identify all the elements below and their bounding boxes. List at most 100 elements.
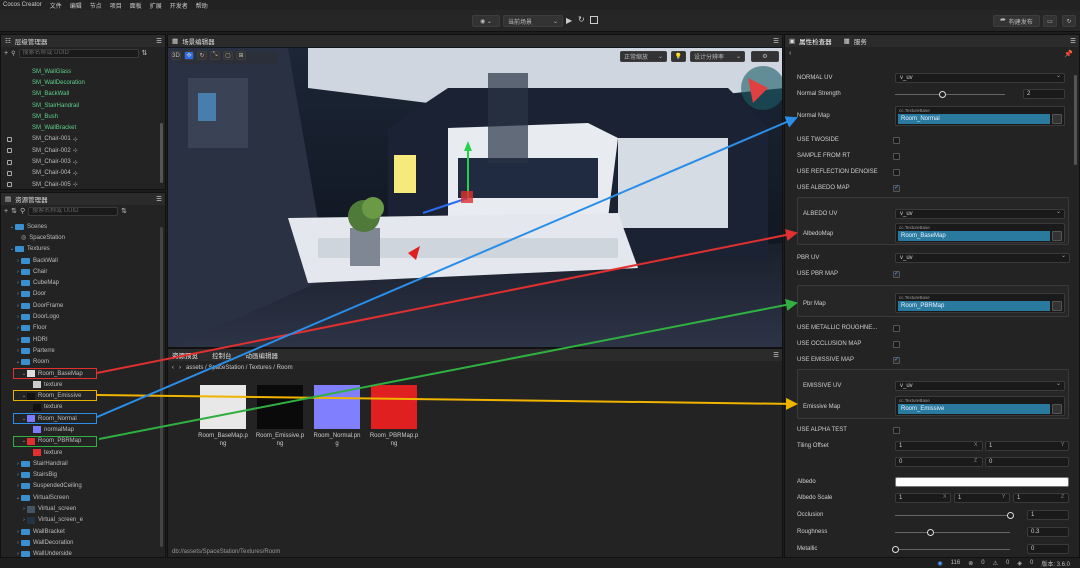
lock-icon[interactable]	[7, 170, 12, 176]
back-icon[interactable]: ‹	[172, 365, 174, 371]
hierarchy-item[interactable]: SM_Chair-001 ⊹	[1, 134, 165, 145]
sort-icon[interactable]: ⇅	[11, 207, 17, 215]
menu-help[interactable]: 帮助	[196, 1, 208, 10]
asset-tree-item[interactable]: texture	[1, 402, 165, 413]
add-icon[interactable]: +	[4, 50, 8, 57]
emissive-uv-select[interactable]: v_uv	[895, 381, 1065, 391]
asset-picker-icon[interactable]	[1052, 301, 1062, 311]
lock-icon[interactable]	[7, 136, 12, 142]
hierarchy-item[interactable]: SM_BackWall	[1, 89, 165, 100]
collapse-icon[interactable]: ⇅	[121, 207, 127, 215]
asset-tree-item[interactable]: ⌄ Room_Emissive	[1, 390, 165, 402]
roughness-slider[interactable]	[895, 529, 1010, 536]
file-thumbnail[interactable]: Room_PBRMap.png	[369, 385, 419, 448]
use-alpha-test-checkbox[interactable]	[893, 427, 900, 434]
metallic-input[interactable]: 0	[1027, 544, 1069, 554]
asset-tree-item[interactable]: › HDRI	[1, 334, 165, 345]
scale-tool-icon[interactable]: ⤡	[210, 51, 220, 60]
asset-tree-item[interactable]: ⌄ Room_PBRMap	[1, 435, 165, 447]
slider-knob[interactable]	[1007, 512, 1014, 519]
slider-knob[interactable]	[927, 529, 934, 536]
asset-picker-icon[interactable]	[1052, 404, 1062, 414]
asset-tree-item[interactable]: ⌄ Textures	[1, 244, 165, 255]
snap-tool-icon[interactable]: ⊞	[236, 51, 246, 60]
menu-project[interactable]: 项目	[110, 1, 122, 10]
back-icon[interactable]: ‹	[789, 50, 791, 57]
asset-tree-item[interactable]: › StairHandrail	[1, 458, 165, 469]
hierarchy-scrollbar[interactable]	[160, 123, 163, 183]
collapse-icon[interactable]: ⇅	[142, 49, 148, 57]
pbr-uv-select[interactable]: v_uv	[895, 253, 1070, 263]
use-metallic-roughness-checkbox[interactable]	[893, 325, 900, 332]
lock-icon[interactable]	[7, 182, 12, 188]
scene-viewport[interactable]: 正常缩放 ⌄ 💡 设计分辨率 ⌄ ⚙ 3D ✥ ↻ ⤡ ▢ ⊞	[168, 48, 782, 347]
hierarchy-item[interactable]: SM_WallBracket	[1, 122, 165, 133]
asset-tree-item[interactable]: ◎ SpaceStation	[1, 232, 165, 243]
slider-knob[interactable]	[892, 546, 899, 553]
asset-tree-item[interactable]: › DoorLogo	[1, 311, 165, 322]
tab-animation-editor[interactable]: 动画编辑器	[246, 350, 279, 360]
albedo-map-field[interactable]: cc.TextureBase Room_BaseMap	[895, 223, 1065, 243]
asset-tree-item[interactable]: › WallUnderside	[1, 549, 165, 557]
normal-map-field[interactable]: cc.TextureBase Room_Normal	[895, 106, 1065, 126]
asset-tree-item[interactable]: › Virtual_screen	[1, 503, 165, 514]
folder-icon[interactable]: ▭	[1043, 15, 1057, 27]
asset-tree-item[interactable]: › WallBracket	[1, 526, 165, 537]
play-icon[interactable]: ▶	[566, 16, 572, 25]
emissive-map-value[interactable]: Room_Emissive	[898, 404, 1050, 414]
bulb-icon[interactable]: 💡	[671, 51, 686, 62]
tab-service[interactable]: 服务	[854, 36, 867, 46]
asset-tree-item[interactable]: › StairsBig	[1, 470, 165, 481]
platform-dropdown[interactable]: ◉ ⌄	[472, 15, 500, 27]
assets-search-input[interactable]: 搜索名称或 UUID	[28, 206, 119, 216]
pin-icon[interactable]: 📌	[1064, 50, 1073, 58]
lock-icon[interactable]	[7, 148, 12, 154]
use-emissive-map-checkbox[interactable]	[893, 356, 900, 364]
asset-tree-item[interactable]: texture	[1, 379, 165, 390]
inspector-scrollbar[interactable]	[1074, 75, 1077, 165]
normal-uv-select[interactable]: v_uv	[895, 73, 1065, 83]
hierarchy-item[interactable]: SM_Bush	[1, 111, 165, 122]
asset-tree-item[interactable]: › SuspendedCeiling	[1, 481, 165, 492]
file-thumbnail[interactable]: Room_BaseMap.png	[198, 385, 248, 448]
asset-tree-item[interactable]: ⌄ VirtualScreen	[1, 492, 165, 503]
asset-tree-item[interactable]: › Door	[1, 289, 165, 300]
use-albedo-map-checkbox[interactable]	[893, 184, 900, 192]
stop-icon[interactable]	[590, 16, 598, 24]
move-tool-icon[interactable]: ✥	[184, 51, 194, 60]
sync-icon[interactable]: ↻	[1062, 15, 1076, 27]
metallic-slider[interactable]	[892, 546, 1010, 553]
panel-menu-icon[interactable]: ☰	[156, 195, 162, 203]
slider-knob[interactable]	[939, 91, 946, 98]
asset-picker-icon[interactable]	[1052, 114, 1062, 124]
tiling-x-input[interactable]: 1	[895, 441, 983, 451]
tab-inspector[interactable]: 属性检查器	[799, 36, 832, 46]
hierarchy-item[interactable]: SM_WallGlass	[1, 66, 165, 77]
menu-edit[interactable]: 编辑	[70, 1, 82, 10]
offset-z-input[interactable]: 0	[895, 457, 983, 467]
asset-tree-item[interactable]: normalMap	[1, 424, 165, 435]
hierarchy-item[interactable]: SM_Chair-005 ⊹	[1, 179, 165, 189]
panel-menu-icon[interactable]: ☰	[773, 37, 779, 45]
hierarchy-item[interactable]: SM_Chair-003 ⊹	[1, 156, 165, 167]
menu-file[interactable]: 文件	[50, 1, 62, 10]
panel-menu-icon[interactable]: ☰	[773, 351, 779, 359]
tab-console[interactable]: 控制台	[212, 350, 232, 360]
hierarchy-item[interactable]: SM_WallDecoration	[1, 77, 165, 88]
roughness-input[interactable]: 0.3	[1027, 527, 1069, 537]
zoom-dropdown[interactable]: 正常缩放 ⌄	[620, 51, 667, 62]
emissive-map-field[interactable]: cc.TextureBase Room_Emissive	[895, 396, 1065, 416]
albedo-uv-select[interactable]: v_uv	[895, 209, 1065, 219]
asset-tree-item[interactable]: › Virtual_screen_e	[1, 515, 165, 526]
tiling-y-input[interactable]: 1	[985, 441, 1069, 451]
scene-dropdown[interactable]: 当前场景 ⌄	[503, 15, 563, 27]
normal-strength-slider[interactable]	[895, 91, 1005, 98]
rect-tool-icon[interactable]: ▢	[223, 51, 233, 60]
normal-strength-input[interactable]: 2	[1023, 89, 1065, 99]
refresh-icon[interactable]: ↻	[578, 15, 585, 24]
pbr-map-field[interactable]: cc.TextureBase Room_PBRMap	[895, 293, 1065, 313]
hierarchy-search-input[interactable]: 搜索名称或 UUID	[18, 48, 139, 58]
occlusion-input[interactable]: 1	[1027, 510, 1069, 520]
menu-extension[interactable]: 扩展	[150, 1, 162, 10]
asset-tree-item[interactable]: › Chair	[1, 266, 165, 277]
